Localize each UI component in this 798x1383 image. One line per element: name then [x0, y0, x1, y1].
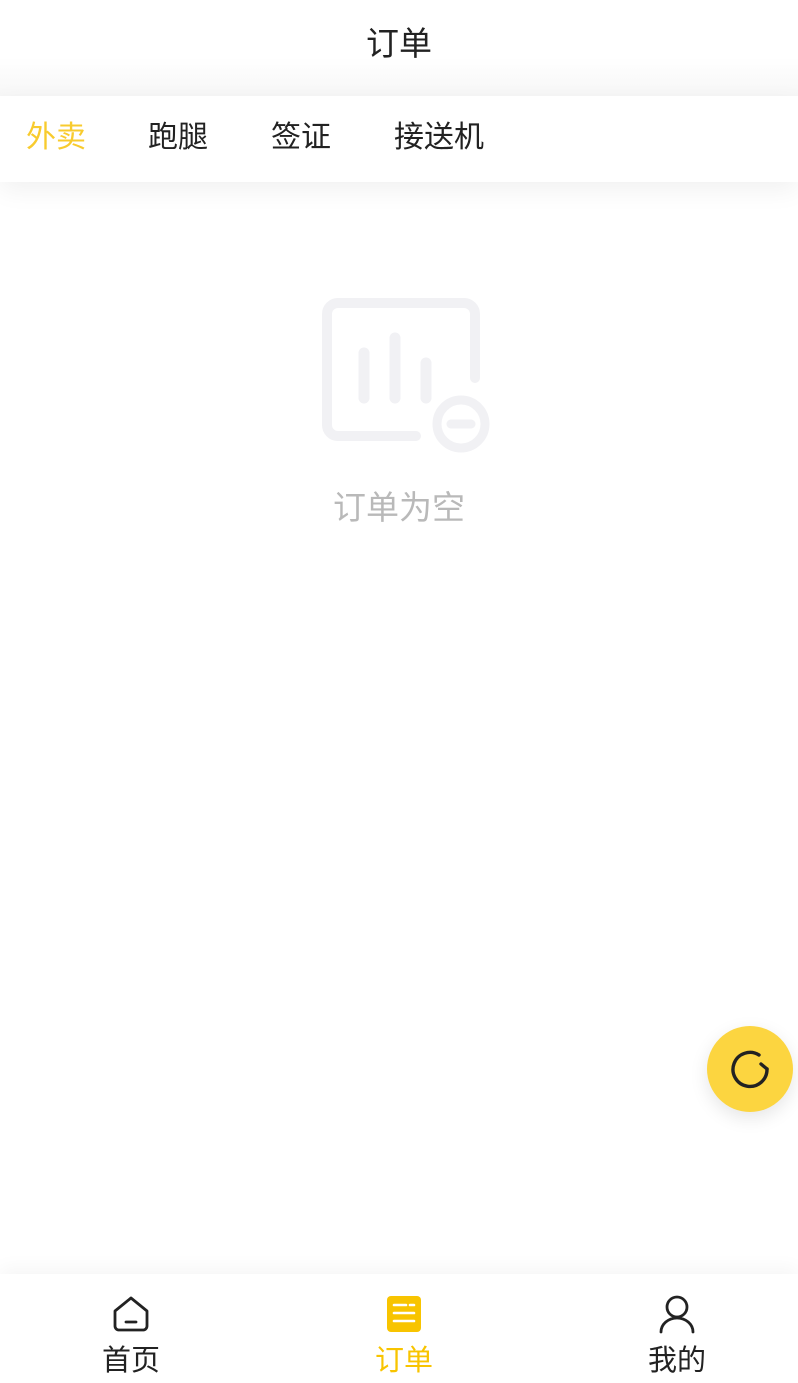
- page-title: 订单: [366, 24, 432, 63]
- orders-screen: 订单 外卖 跑腿 签证 接送机 订单为空 首页 订单 我的: [0, 0, 798, 1383]
- nav-label-orders: 订单: [374, 1343, 433, 1377]
- user-icon: [659, 1295, 695, 1334]
- nav-item-home[interactable]: 首页: [51, 1274, 211, 1383]
- tab-visa[interactable]: 签证: [271, 116, 331, 160]
- tab-airport-transfer[interactable]: 接送机: [394, 116, 484, 160]
- category-tabs: 外卖 跑腿 签证 接送机: [0, 96, 798, 182]
- tab-takeout[interactable]: 外卖: [26, 116, 86, 160]
- empty-message: 订单为空: [333, 488, 465, 527]
- empty-chart-icon: [322, 298, 492, 456]
- nav-label-home: 首页: [101, 1343, 160, 1377]
- nav-label-profile: 我的: [647, 1343, 706, 1377]
- nav-item-orders[interactable]: 订单: [324, 1274, 484, 1383]
- order-icon: [387, 1296, 421, 1332]
- refresh-button[interactable]: [707, 1026, 793, 1112]
- home-icon: [113, 1296, 149, 1332]
- refresh-icon: [731, 1050, 769, 1089]
- bottom-navigation: 首页 订单 我的: [0, 1274, 798, 1383]
- nav-item-profile[interactable]: 我的: [597, 1274, 757, 1383]
- tab-errand[interactable]: 跑腿: [148, 116, 208, 160]
- top-bar: 订单: [0, 0, 798, 96]
